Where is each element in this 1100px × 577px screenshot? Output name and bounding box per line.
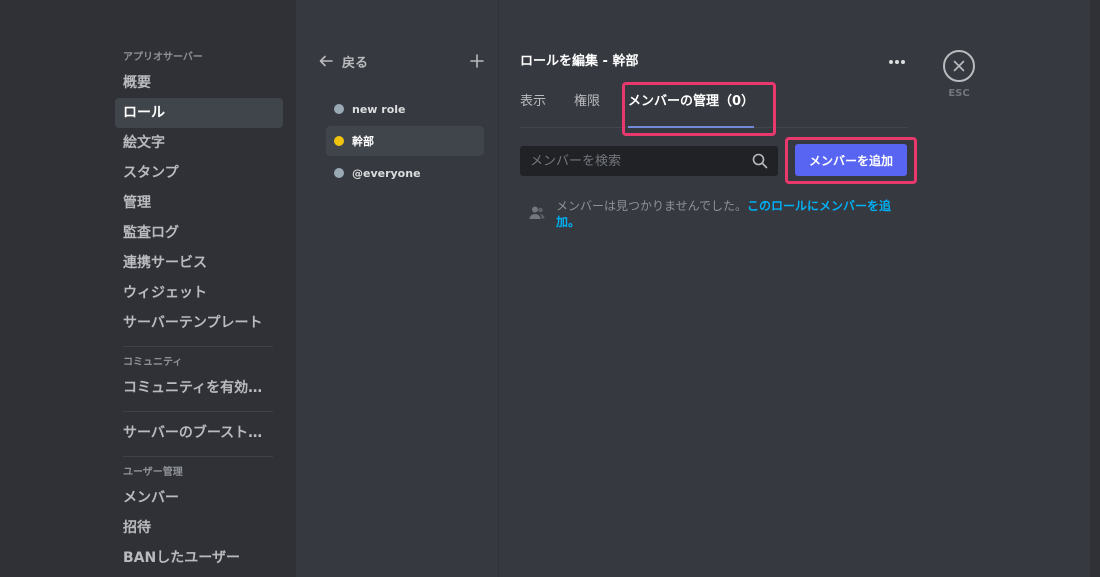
empty-message: メンバーは見つかりませんでした。このロールにメンバーを追加。: [556, 198, 908, 230]
sidebar-item[interactable]: サーバーのブースト状態: [115, 418, 283, 448]
role-color-dot: [334, 136, 344, 146]
sidebar-item[interactable]: サーバーテンプレート: [115, 308, 283, 338]
role-color-dot: [334, 168, 344, 178]
sidebar-item[interactable]: 絵文字: [115, 128, 283, 158]
role-label: new role: [352, 102, 406, 116]
empty-text: メンバーは見つかりませんでした。: [556, 199, 748, 213]
tab-item[interactable]: 表示: [520, 82, 546, 122]
window-edge: [1090, 0, 1100, 577]
settings-sidebar: アプリオサーバー概要 ロール 絵文字 スタンプ 管理 監査ログ 連携サービス ウィジェット サー…: [0, 0, 296, 577]
roles-header: 戻る: [318, 49, 484, 73]
close-button[interactable]: [943, 50, 975, 82]
role-item[interactable]: new role: [326, 94, 484, 124]
role-item[interactable]: 幹部: [326, 126, 484, 156]
role-item[interactable]: @everyone: [326, 158, 484, 188]
search-icon: [752, 153, 768, 169]
edit-role-panel: ロールを編集 - 幹部 表示権限メンバーの管理（0） メンバーを追加 メンバーは…: [500, 0, 930, 577]
back-label: 戻る: [342, 55, 369, 71]
sidebar-item[interactable]: コミュニティを有効に...: [115, 373, 283, 403]
member-search[interactable]: [520, 146, 778, 176]
sidebar-divider: [123, 346, 273, 347]
sidebar-section-header: アプリオサーバー: [123, 52, 203, 63]
role-list: new role 幹部 @everyone: [326, 94, 484, 190]
role-tabs: 表示 権限 メンバーの管理（0）: [520, 82, 908, 128]
back-button[interactable]: 戻る: [318, 52, 368, 71]
members-icon: [529, 206, 545, 219]
sidebar-section-header: ユーザー管理: [123, 467, 183, 478]
sidebar-section-header: コミュニティ: [123, 357, 183, 368]
sidebar-item[interactable]: スタンプ: [115, 158, 283, 188]
sidebar-item[interactable]: 概要: [115, 68, 283, 98]
sidebar-item[interactable]: ロール: [115, 98, 283, 128]
sidebar-item[interactable]: 監査ログ: [115, 218, 283, 248]
more-horizontal-icon: [889, 60, 905, 64]
sidebar-item[interactable]: ウィジェット: [115, 278, 283, 308]
sidebar-nav: アプリオサーバー概要 ロール 絵文字 スタンプ 管理 監査ログ 連携サービス ウィジェット サー…: [115, 48, 283, 573]
role-color-dot: [334, 104, 344, 114]
tab-item[interactable]: 権限: [574, 82, 600, 122]
sidebar-item[interactable]: BANしたユーザー: [115, 543, 283, 573]
close-settings: ESC: [942, 50, 976, 99]
close-icon: [953, 60, 965, 72]
role-label: @everyone: [352, 166, 421, 180]
sidebar-divider: [123, 411, 273, 412]
roles-column: 戻る new role 幹部 @everyone: [296, 0, 499, 577]
arrow-left-icon: [319, 55, 333, 67]
sidebar-item[interactable]: 連携サービス: [115, 248, 283, 278]
sidebar-item[interactable]: メンバー: [115, 483, 283, 513]
sidebar-item[interactable]: 招待: [115, 513, 283, 543]
add-member-button[interactable]: メンバーを追加: [795, 144, 907, 176]
create-role-button[interactable]: [470, 51, 484, 71]
tab-item[interactable]: メンバーの管理（0）: [628, 82, 755, 128]
sidebar-item[interactable]: 管理: [115, 188, 283, 218]
sidebar-divider: [123, 456, 273, 457]
esc-label: ESC: [948, 88, 970, 99]
more-options-button[interactable]: [888, 50, 906, 69]
page-title: ロールを編集 - 幹部: [520, 54, 639, 69]
empty-state: メンバーは見つかりませんでした。このロールにメンバーを追加。: [528, 198, 908, 230]
role-label: 幹部: [352, 135, 374, 148]
plus-icon: [470, 54, 484, 68]
member-search-input[interactable]: [530, 153, 752, 169]
